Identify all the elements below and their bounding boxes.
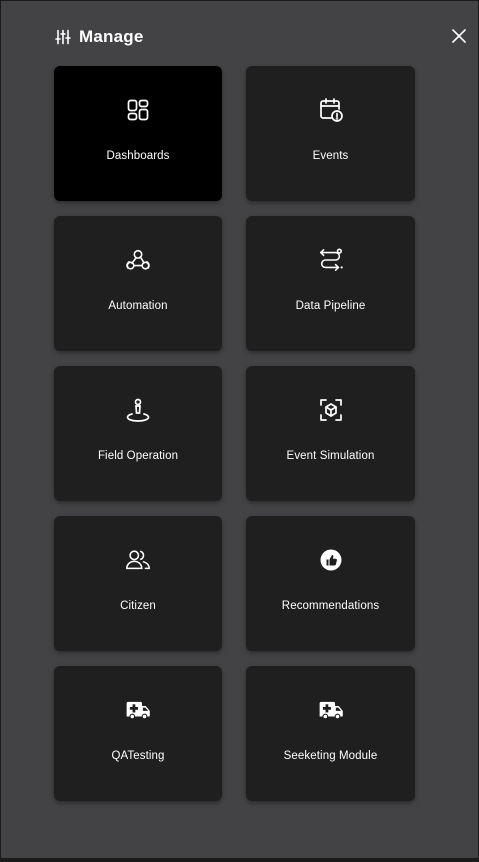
close-icon — [452, 29, 466, 43]
tile-events[interactable]: Events — [246, 66, 415, 201]
calendar-alert-icon — [318, 97, 344, 123]
tile-label: Seeketing Module — [283, 750, 378, 762]
location-person-icon — [125, 397, 151, 423]
users-icon — [125, 547, 151, 573]
panel-header: Manage — [55, 27, 144, 47]
tile-label: Data Pipeline — [295, 300, 366, 312]
sliders-icon — [55, 29, 71, 45]
route-icon — [318, 247, 344, 273]
webhook-icon — [125, 247, 151, 273]
manage-panel: Manage Dashboards Events Automation Data… — [1, 1, 478, 858]
tile-recommendations[interactable]: Recommendations — [246, 516, 415, 651]
tile-field-operation[interactable]: Field Operation — [54, 366, 222, 501]
tile-data-pipeline[interactable]: Data Pipeline — [246, 216, 415, 351]
ambulance-icon — [318, 697, 344, 723]
ambulance-icon — [125, 697, 151, 723]
tile-label: Dashboards — [106, 150, 170, 162]
tile-label: Event Simulation — [286, 450, 375, 462]
tile-label: Automation — [108, 300, 168, 312]
cube-scan-icon — [318, 397, 344, 423]
close-button[interactable] — [450, 27, 468, 45]
tile-label: Field Operation — [97, 450, 179, 462]
tile-seeketing-module[interactable]: Seeketing Module — [246, 666, 415, 801]
tile-qatesting[interactable]: QATesting — [54, 666, 222, 801]
tile-label: Recommendations — [281, 600, 380, 612]
module-grid: Dashboards Events Automation Data Pipeli… — [54, 66, 415, 801]
tile-label: Events — [312, 150, 349, 162]
tile-dashboards[interactable]: Dashboards — [54, 66, 222, 201]
tile-citizen[interactable]: Citizen — [54, 516, 222, 651]
tile-automation[interactable]: Automation — [54, 216, 222, 351]
tile-label: Citizen — [120, 600, 156, 612]
panel-title: Manage — [79, 27, 144, 46]
grid-layout-icon — [125, 97, 151, 123]
thumbs-up-circle-icon — [318, 547, 344, 573]
tile-event-simulation[interactable]: Event Simulation — [246, 366, 415, 501]
tile-label: QATesting — [111, 750, 165, 762]
